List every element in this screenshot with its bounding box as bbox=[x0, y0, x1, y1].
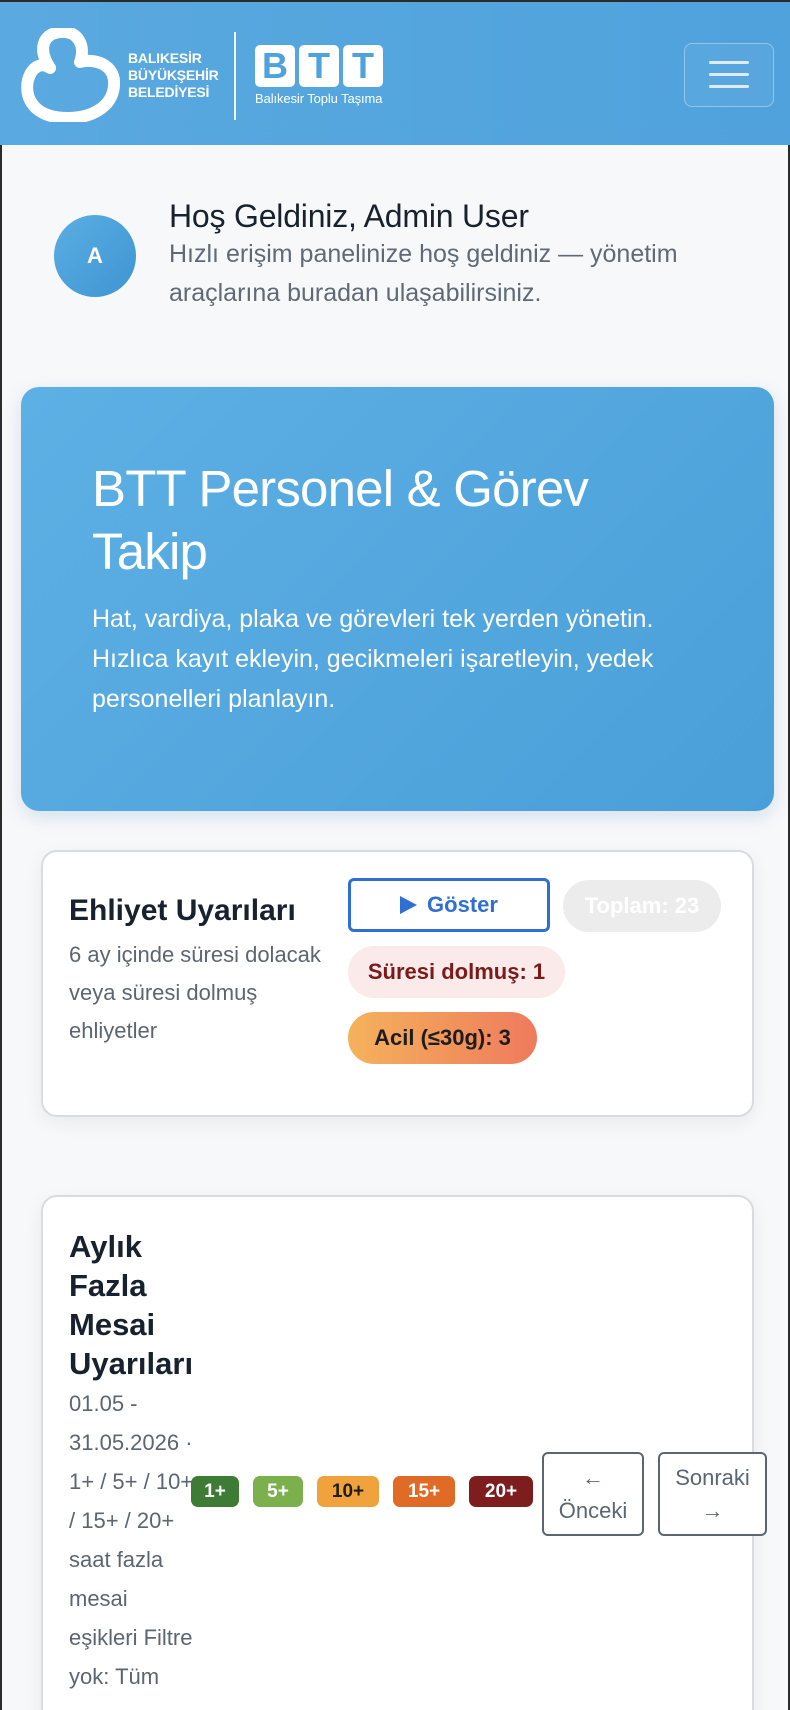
arrow-left-icon: ← bbox=[582, 1465, 604, 1490]
top-navbar: BALIKESİR BÜYÜKŞEHİR BELEDİYESİ B T T Ba… bbox=[0, 0, 790, 145]
next-month-button[interactable]: Sonraki → bbox=[658, 1452, 767, 1536]
btt-logo: B T T bbox=[255, 45, 383, 87]
hamburger-icon bbox=[709, 61, 749, 89]
threshold-badge-20[interactable]: 20+ bbox=[469, 1476, 533, 1507]
threshold-badge-5[interactable]: 5+ bbox=[253, 1476, 303, 1507]
btt-letter: T bbox=[343, 45, 383, 87]
logo-divider bbox=[234, 32, 236, 120]
license-card-title: Ehliyet Uyarıları bbox=[69, 894, 296, 927]
avatar: A bbox=[54, 215, 136, 297]
show-button[interactable]: Göster bbox=[348, 878, 550, 932]
threshold-badge-10[interactable]: 10+ bbox=[317, 1476, 379, 1507]
municipality-name: BALIKESİR BÜYÜKŞEHİR BELEDİYESİ bbox=[128, 50, 219, 101]
overtime-warnings-card: Aylık Fazla Mesai Uyarıları 01.05 - 31.0… bbox=[41, 1195, 767, 1710]
welcome-title: Hoş Geldiniz, Admin User bbox=[169, 198, 529, 234]
threshold-badges: 1+ 5+ 10+ 15+ 20+ bbox=[191, 1476, 533, 1507]
btt-subtitle: Balıkesir Toplu Taşıma bbox=[255, 91, 383, 106]
hero-subtitle: Hat, vardiya, plaka ve görevleri tek yer… bbox=[92, 605, 654, 713]
btt-letter: T bbox=[299, 45, 339, 87]
hero-banner: BTT Personel & Görev Takip Hat, vardiya,… bbox=[21, 387, 774, 811]
arrow-right-icon: → bbox=[701, 1498, 724, 1523]
next-label: Sonraki bbox=[675, 1465, 750, 1490]
hero-title: BTT Personel & Görev Takip bbox=[92, 460, 589, 580]
logo-line: BELEDİYESİ bbox=[128, 84, 210, 100]
previous-label: Önceki bbox=[558, 1498, 628, 1523]
btt-letter: B bbox=[255, 45, 295, 87]
overtime-card-title: Aylık Fazla Mesai Uyarıları bbox=[69, 1229, 194, 1381]
menu-toggle-button[interactable] bbox=[684, 43, 774, 107]
logo-line: BÜYÜKŞEHİR bbox=[128, 67, 219, 83]
expired-badge: Süresi dolmuş: 1 bbox=[348, 946, 565, 998]
license-card-description: 6 ay içinde süresi dolacak veya süresi d… bbox=[69, 942, 321, 1043]
show-button-label: Göster bbox=[427, 892, 498, 917]
overtime-card-description: 01.05 - 31.05.2026 · 1+ / 5+ / 10+ / 15+… bbox=[69, 1391, 194, 1689]
logo-line: BALIKESİR bbox=[128, 50, 202, 66]
play-icon bbox=[400, 896, 418, 914]
welcome-section: A Hoş Geldiniz, Admin User Hızlı erişim … bbox=[0, 145, 790, 345]
previous-month-button[interactable]: ← Önceki bbox=[542, 1452, 644, 1536]
license-warnings-card: Ehliyet Uyarıları 6 ay içinde süresi dol… bbox=[41, 850, 754, 1117]
municipality-heart-logo-icon bbox=[21, 28, 120, 122]
threshold-badge-15[interactable]: 15+ bbox=[393, 1476, 455, 1507]
threshold-badge-1[interactable]: 1+ bbox=[191, 1476, 239, 1507]
welcome-subtitle: Hızlı erişim panelinize hoş geldiniz — y… bbox=[169, 240, 678, 307]
total-badge: Toplam: 23 bbox=[563, 880, 721, 932]
urgent-badge: Acil (≤30g): 3 bbox=[348, 1012, 537, 1064]
